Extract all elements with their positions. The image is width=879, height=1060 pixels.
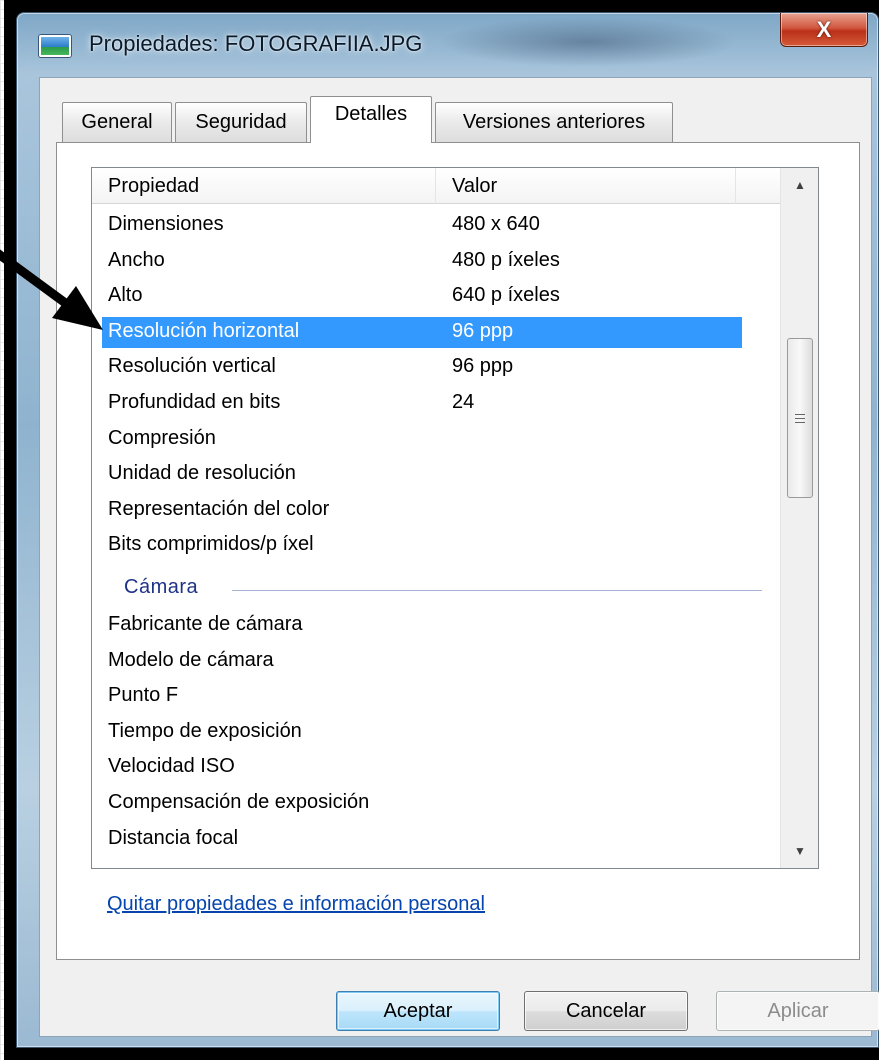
group-divider — [232, 589, 762, 591]
row-property: Resolución horizontal — [108, 319, 300, 342]
properties-dialog: Propiedades: FOTOGRAFIIA.JPG X General S… — [16, 12, 879, 1048]
row-property: Distancia focal — [108, 826, 239, 849]
list-row[interactable]: Velocidad ISO — [92, 750, 780, 786]
row-property: Unidad de resolución — [108, 462, 296, 485]
close-icon: X — [816, 16, 832, 42]
list-row[interactable]: Alto 640 p íxeles — [92, 279, 780, 315]
row-property: Modelo de cámara — [108, 648, 274, 671]
row-property: Compresión — [108, 426, 216, 449]
row-property: Velocidad ISO — [108, 755, 235, 778]
row-property: Compensación de exposición — [108, 790, 370, 813]
list-row-selected[interactable]: Resolución horizontal 96 ppp — [92, 315, 780, 351]
list-row[interactable]: Punto F — [92, 679, 780, 715]
grip-icon — [795, 413, 805, 423]
window-title: Propiedades: FOTOGRAFIIA.JPG — [89, 31, 423, 56]
tab-previous-versions[interactable]: Versiones anteriores — [435, 102, 673, 142]
arrow-down-icon: ▼ — [794, 844, 806, 858]
row-property: Punto F — [108, 684, 179, 707]
tab-general[interactable]: General — [62, 102, 172, 142]
list-row[interactable]: Profundidad en bits 24 — [92, 386, 780, 422]
row-property: Alto — [108, 284, 143, 307]
row-property: Ancho — [108, 248, 165, 271]
list-row[interactable]: Ancho 480 p íxeles — [92, 244, 780, 280]
row-value: 480 x 640 — [452, 213, 540, 235]
list-row[interactable]: Resolución vertical 96 ppp — [92, 350, 780, 386]
list-row[interactable]: Unidad de resolución — [92, 457, 780, 493]
properties-list[interactable]: Propiedad Valor Dimensiones 480 x 640 Anc… — [91, 167, 819, 869]
row-property: Fabricante de cámara — [108, 612, 303, 635]
remove-properties-link[interactable]: Quitar propiedades e información persona… — [107, 893, 485, 916]
title-bar[interactable]: Propiedades: FOTOGRAFIIA.JPG X — [17, 13, 878, 71]
group-header-camera[interactable]: Cámara — [92, 564, 780, 608]
row-value: 640 p íxeles — [452, 284, 560, 307]
scroll-up-button[interactable]: ▲ — [781, 168, 818, 202]
list-row[interactable]: Modelo de cámara — [92, 644, 780, 680]
close-button[interactable]: X — [780, 13, 868, 47]
row-value: 96 ppp — [452, 319, 514, 342]
scroll-down-button[interactable]: ▼ — [781, 834, 818, 868]
row-property: Representación del color — [108, 497, 330, 520]
details-panel: Propiedad Valor Dimensiones 480 x 640 Anc… — [56, 142, 860, 960]
cancel-button[interactable]: Cancelar — [524, 991, 688, 1031]
list-rows: Dimensiones 480 x 640 Ancho 480 p íxeles A… — [92, 208, 780, 857]
list-row[interactable]: Representación del color — [92, 493, 780, 529]
group-label: Cámara — [124, 575, 199, 598]
list-row[interactable]: Compresión — [92, 422, 780, 458]
list-row[interactable]: Fabricante de cámara — [92, 608, 780, 644]
row-property: Resolución vertical — [108, 355, 276, 378]
row-property: Dimensiones — [108, 213, 224, 235]
tab-security[interactable]: Seguridad — [175, 102, 307, 142]
row-value: 480 p íxeles — [452, 248, 560, 271]
row-property: Bits comprimidos/p íxel — [108, 533, 314, 556]
image-file-icon — [39, 35, 71, 57]
row-value: 24 — [452, 390, 475, 413]
header-value[interactable]: Valor — [436, 168, 736, 204]
row-property: Profundidad en bits — [108, 390, 281, 413]
list-row[interactable]: Dimensiones 480 x 640 — [92, 208, 780, 244]
list-row[interactable]: Tiempo de exposición — [92, 715, 780, 751]
row-property: Tiempo de exposición — [108, 719, 302, 742]
apply-button[interactable]: Aplicar — [716, 991, 879, 1031]
list-row[interactable]: Compensación de exposición — [92, 786, 780, 822]
accept-button[interactable]: Aceptar — [336, 991, 500, 1031]
row-value: 96 ppp — [452, 355, 514, 378]
scroll-thumb[interactable] — [787, 338, 813, 498]
header-property[interactable]: Propiedad — [92, 168, 436, 204]
dialog-client-area: General Seguridad Detalles Versiones ant… — [39, 77, 879, 1037]
list-header: Propiedad Valor — [92, 168, 780, 204]
vertical-scrollbar[interactable]: ▲ ▼ — [780, 168, 818, 868]
tab-details[interactable]: Detalles — [310, 96, 432, 143]
arrow-up-icon: ▲ — [794, 178, 806, 192]
list-row[interactable]: Distancia focal — [92, 822, 780, 858]
list-row[interactable]: Bits comprimidos/p íxel — [92, 528, 780, 564]
